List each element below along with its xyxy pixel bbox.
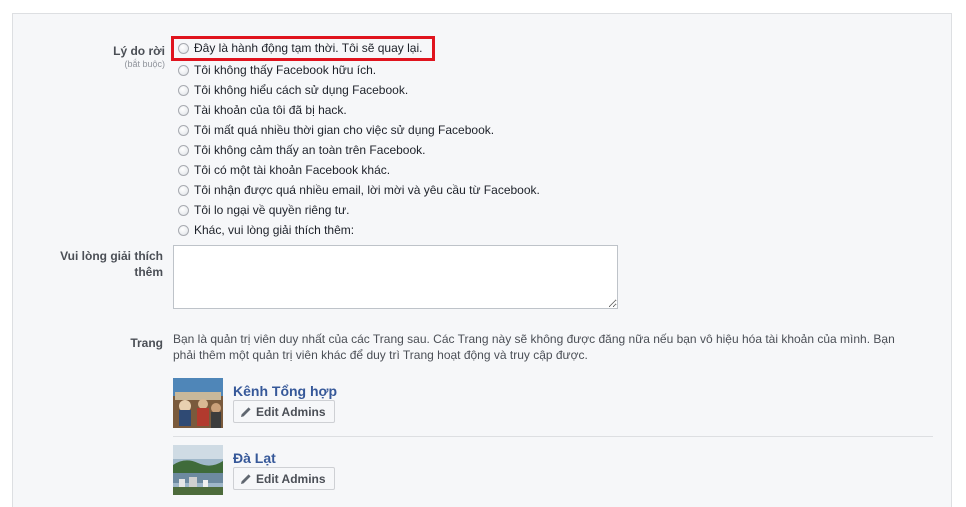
edit-admins-button[interactable]: Edit Admins	[233, 467, 335, 490]
reason-option-label: Tài khoản của tôi đã bị hack.	[194, 103, 347, 117]
explain-textarea[interactable]	[173, 245, 618, 309]
reason-option-label: Tôi không cảm thấy an toàn trên Facebook…	[194, 143, 426, 157]
reason-option-not-safe[interactable]: Tôi không cảm thấy an toàn trên Facebook…	[178, 141, 425, 159]
reason-option-privacy[interactable]: Tôi lo ngại về quyền riêng tư.	[178, 201, 349, 219]
reason-option-hacked[interactable]: Tài khoản của tôi đã bị hack.	[178, 101, 347, 119]
reason-option-label: Tôi mất quá nhiều thời gian cho việc sử …	[194, 123, 495, 137]
reason-required-note: (bắt buộc)	[124, 59, 165, 69]
radio-button[interactable]	[178, 124, 189, 136]
reason-option-other[interactable]: Khác, vui lòng giải thích thêm:	[178, 221, 354, 239]
pages-label: Trang	[130, 336, 163, 350]
reason-option-too-much-time[interactable]: Tôi mất quá nhiều thời gian cho việc sử …	[178, 121, 494, 139]
page-thumbnail-image[interactable]	[173, 378, 223, 428]
radio-button[interactable]	[178, 104, 189, 116]
radio-button[interactable]	[178, 144, 189, 156]
pencil-icon	[241, 473, 251, 484]
reason-option-other-account[interactable]: Tôi có một tài khoản Facebook khác.	[178, 161, 390, 179]
reason-option-label: Tôi không hiểu cách sử dụng Facebook.	[194, 83, 409, 97]
reason-option-label: Tôi nhận được quá nhiều email, lời mời v…	[194, 183, 540, 197]
page-divider	[173, 436, 933, 437]
page-name-link[interactable]: Đà Lạt	[233, 450, 276, 466]
edit-admins-label: Edit Admins	[256, 404, 326, 419]
reason-option-label: Tôi lo ngại về quyền riêng tư.	[194, 203, 350, 217]
reason-option-too-many-emails[interactable]: Tôi nhận được quá nhiều email, lời mời v…	[178, 181, 540, 199]
reason-option-label: Khác, vui lòng giải thích thêm:	[194, 223, 355, 237]
explain-label-line1: Vui lòng giải thích	[60, 249, 163, 263]
reason-option-dont-understand[interactable]: Tôi không hiểu cách sử dụng Facebook.	[178, 81, 408, 99]
reason-option-label: Tôi không thấy Facebook hữu ích.	[194, 63, 377, 77]
pages-description: Bạn là quản trị viên duy nhất của các Tr…	[173, 332, 895, 362]
radio-button[interactable]	[178, 84, 189, 96]
edit-admins-button[interactable]: Edit Admins	[233, 400, 335, 423]
radio-button[interactable]	[178, 184, 189, 196]
reason-option-label: Tôi có một tài khoản Facebook khác.	[194, 163, 391, 177]
radio-button[interactable]	[178, 224, 189, 236]
highlight-annotation-box	[171, 36, 435, 61]
page-thumbnail-image[interactable]	[173, 445, 223, 495]
pencil-icon	[241, 406, 251, 417]
radio-button[interactable]	[178, 64, 189, 76]
radio-button[interactable]	[178, 164, 189, 176]
page-name-link[interactable]: Kênh Tổng hợp	[233, 383, 337, 399]
radio-button[interactable]	[178, 204, 189, 216]
reason-label: Lý do rời	[113, 44, 165, 58]
explain-label-line2: thêm	[134, 265, 163, 279]
reason-option-not-useful[interactable]: Tôi không thấy Facebook hữu ích.	[178, 61, 376, 79]
edit-admins-label: Edit Admins	[256, 471, 326, 486]
